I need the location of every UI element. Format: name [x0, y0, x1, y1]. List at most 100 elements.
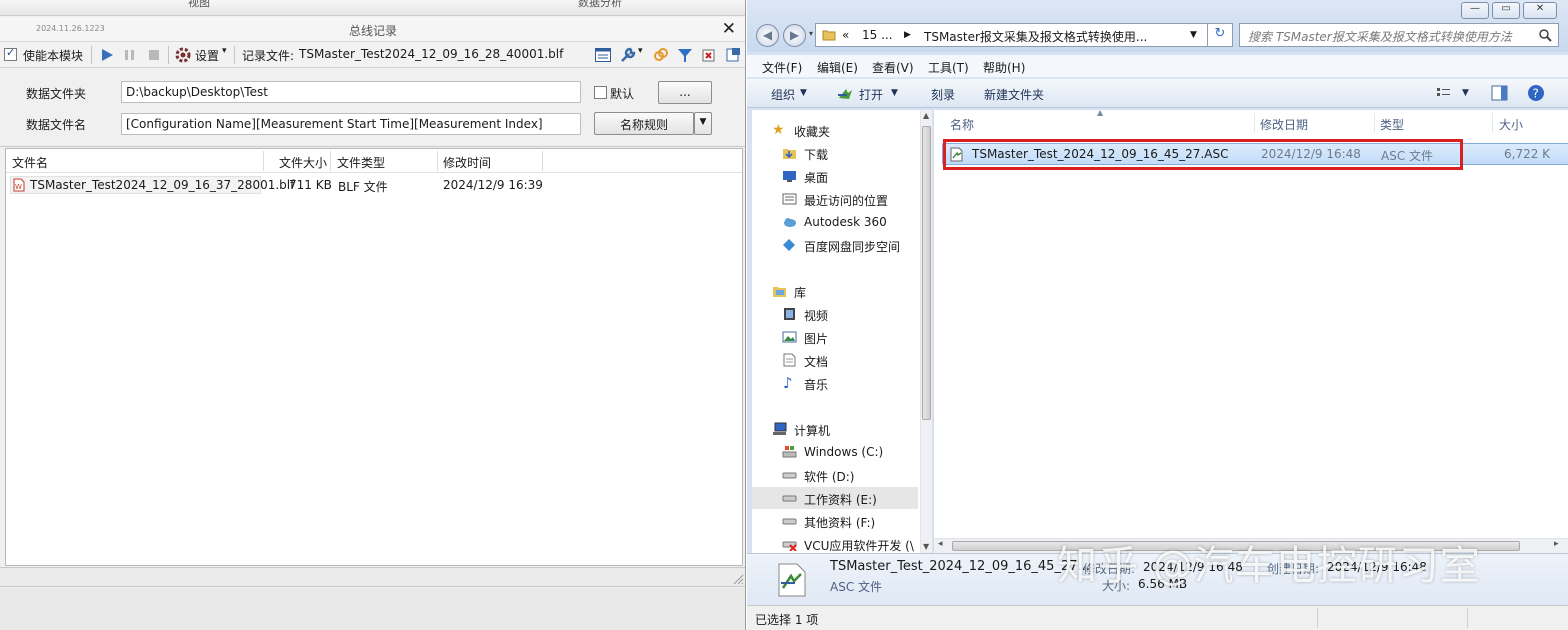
settings-button[interactable]: 设置 [195, 47, 219, 64]
filter-icon[interactable] [676, 46, 694, 64]
nav-label: 音乐 [804, 378, 829, 392]
table-row[interactable]: W TSMaster_Test2024_12_09_16_37_28001.bl… [6, 175, 742, 195]
nav-item-downloads[interactable]: 下载 [752, 142, 918, 164]
maximize-button[interactable]: ▭ [1492, 2, 1520, 19]
data-folder-input[interactable]: D:\backup\Desktop\Test [121, 81, 581, 103]
nav-item-videos[interactable]: 视频 [752, 303, 918, 325]
window-layout-icon[interactable] [594, 46, 612, 64]
clear-icon[interactable] [700, 46, 718, 64]
nav-item-documents[interactable]: 文档 [752, 349, 918, 371]
menu-file[interactable]: 文件(F) [762, 59, 802, 76]
breadcrumb-arrow-icon[interactable]: ▶ [904, 30, 911, 40]
help-icon[interactable]: ? [1527, 84, 1545, 102]
new-folder-button[interactable]: 新建文件夹 [984, 86, 1044, 103]
nav-item-recent[interactable]: 最近访问的位置 [752, 188, 918, 210]
search-box[interactable]: 搜索 TSMaster报文采集及报文格式转换使用方法 [1239, 23, 1559, 47]
menu-view[interactable]: 查看(V) [872, 59, 914, 76]
open-button[interactable]: 打开 [859, 86, 883, 103]
toolbar-separator [234, 46, 235, 64]
chevron-down-icon[interactable]: ▼ [891, 88, 898, 98]
data-filename-input[interactable]: [Configuration Name][Measurement Start T… [121, 113, 581, 135]
naming-rule-button[interactable]: 名称规则 [594, 112, 694, 135]
column-header-filename[interactable]: 文件名 [12, 154, 48, 171]
default-checkbox[interactable] [594, 86, 607, 99]
back-button[interactable]: ◀ [756, 24, 779, 47]
background-area [0, 588, 745, 630]
nav-libraries[interactable]: 库 [752, 280, 918, 302]
link-icon[interactable] [652, 46, 670, 64]
file-size: 711 KB [289, 178, 332, 192]
scroll-right-icon[interactable]: ▸ [1554, 539, 1559, 549]
preview-pane-icon[interactable] [1491, 85, 1508, 101]
menu-tools[interactable]: 工具(T) [928, 59, 969, 76]
burn-button[interactable]: 刻录 [931, 86, 955, 103]
pause-icon[interactable] [121, 46, 139, 64]
nav-scroll-thumb[interactable] [922, 126, 931, 420]
chevron-down-icon[interactable]: ▼ [694, 112, 712, 135]
export-icon[interactable] [724, 46, 742, 64]
chevron-down-icon[interactable]: ▼ [800, 88, 807, 98]
nav-favorites[interactable]: ★ 收藏夹 [752, 119, 918, 141]
nav-item-drive-e[interactable]: 工作资料 (E:) [752, 487, 918, 509]
nav-label: Windows (C:) [804, 445, 884, 459]
nav-scrollbar[interactable]: ▲ ▼ [920, 110, 932, 553]
gear-icon[interactable] [174, 46, 192, 64]
search-icon[interactable] [1539, 29, 1552, 42]
svg-text:?: ? [1533, 87, 1539, 101]
nav-item-baidu[interactable]: 百度网盘同步空间 [752, 234, 918, 256]
enable-module-checkbox[interactable] [4, 46, 17, 61]
play-icon[interactable] [98, 46, 116, 64]
column-header-modified[interactable]: 修改日期 [1260, 116, 1308, 133]
sort-arrow-icon: ▲ [1097, 110, 1104, 117]
close-icon[interactable]: ✕ [722, 19, 736, 39]
nav-item-network-drive[interactable]: VCU应用软件开发 (\ [752, 533, 918, 553]
chevron-down-icon[interactable]: ▾ [809, 29, 813, 38]
minimize-button[interactable]: — [1461, 2, 1489, 19]
nav-item-autodesk[interactable]: Autodesk 360 [752, 211, 918, 233]
breadcrumb-current[interactable]: TSMaster报文采集及报文格式转换使用... [924, 28, 1147, 45]
nav-item-music[interactable]: ♪ 音乐 [752, 372, 918, 394]
nav-item-drive-d[interactable]: 软件 (D:) [752, 464, 918, 486]
stop-icon[interactable] [145, 46, 163, 64]
tab-view[interactable]: 视图 [188, 0, 210, 10]
file-modified: 2024/12/9 16:39 [443, 178, 543, 192]
browse-button[interactable]: ... [658, 81, 712, 104]
drive-icon [782, 472, 797, 479]
column-header-size[interactable]: 大小 [1499, 116, 1523, 133]
view-options-icon[interactable] [1436, 86, 1452, 100]
scroll-left-icon[interactable]: ◂ [938, 539, 943, 549]
menu-edit[interactable]: 编辑(E) [817, 59, 858, 76]
refresh-icon[interactable]: ↻ [1207, 23, 1233, 47]
nav-item-drive-f[interactable]: 其他资料 (F:) [752, 510, 918, 532]
tab-data-analysis[interactable]: 数据分析 [578, 0, 622, 10]
menu-help[interactable]: 帮助(H) [983, 59, 1025, 76]
nav-item-desktop[interactable]: 桌面 [752, 165, 918, 187]
open-program-icon[interactable] [837, 86, 854, 101]
settings-form: 数据文件夹 D:\backup\Desktop\Test 默认 ... 数据文件… [0, 69, 745, 147]
nav-item-drive-c[interactable]: Windows (C:) [752, 441, 918, 463]
chevron-down-icon[interactable]: ▾ [222, 46, 227, 56]
column-header-size[interactable]: 文件大小 [279, 154, 327, 171]
nav-label: 收藏夹 [794, 125, 831, 139]
nav-computer[interactable]: 计算机 [752, 418, 918, 440]
forward-button[interactable]: ▶ [783, 24, 806, 47]
chevron-down-icon[interactable]: ▾ [638, 46, 643, 56]
scroll-down-icon[interactable]: ▼ [923, 542, 929, 551]
wrench-icon[interactable] [619, 46, 637, 64]
chevron-down-icon[interactable]: ▼ [1462, 88, 1469, 98]
address-bar[interactable]: « 15 ... ▶ TSMaster报文采集及报文格式转换使用... ▼ [815, 23, 1231, 47]
column-header-type[interactable]: 文件类型 [337, 154, 385, 171]
music-icon: ♪ [783, 374, 793, 392]
close-button[interactable]: ✕ [1523, 2, 1557, 19]
breadcrumb-overflow[interactable]: « [842, 28, 849, 42]
chevron-down-icon[interactable]: ▼ [1190, 30, 1197, 40]
scroll-up-icon[interactable]: ▲ [923, 111, 929, 120]
column-header-type[interactable]: 类型 [1380, 116, 1404, 133]
resize-grip-icon[interactable] [732, 573, 744, 585]
nav-item-pictures[interactable]: 图片 [752, 326, 918, 348]
bus-log-window: 视图 数据分析 2024.11.26.1223 总线记录 ✕ 使能本模块 设置 … [0, 0, 746, 630]
column-header-name[interactable]: 名称 [950, 116, 974, 133]
column-header-modified[interactable]: 修改时间 [443, 154, 491, 171]
breadcrumb-item[interactable]: 15 ... [862, 28, 893, 42]
organize-button[interactable]: 组织 [771, 86, 795, 103]
